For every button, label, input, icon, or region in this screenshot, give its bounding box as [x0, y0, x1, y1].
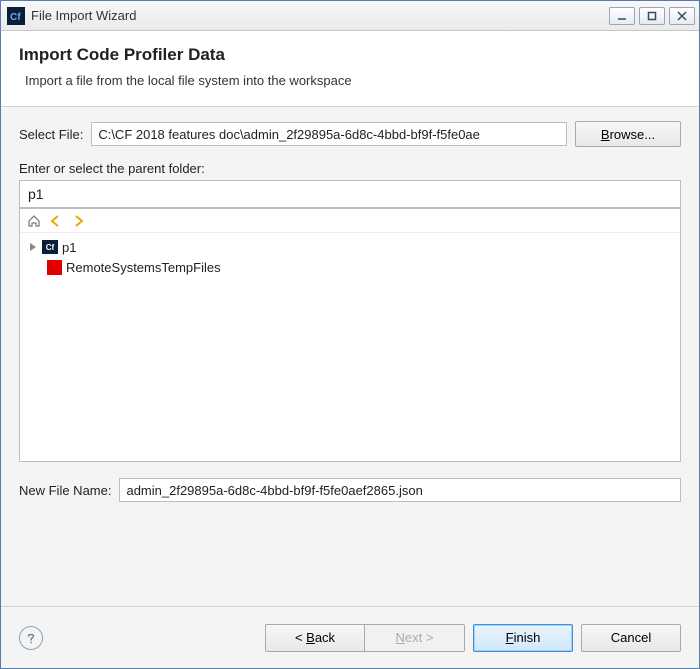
back-button[interactable]: < Back	[265, 624, 365, 652]
tree-body[interactable]: Cf p1 RemoteSystemsTempFiles	[20, 233, 680, 461]
tree-item-label: p1	[62, 240, 76, 255]
parent-folder-input[interactable]	[19, 180, 681, 208]
forward-arrow-icon[interactable]	[70, 213, 86, 229]
close-button[interactable]	[669, 7, 695, 25]
home-icon[interactable]	[26, 213, 42, 229]
wizard-footer: < Back Next > Finish Cancel	[1, 606, 699, 668]
red-folder-icon	[46, 259, 62, 275]
maximize-button[interactable]	[639, 7, 665, 25]
help-button[interactable]	[19, 626, 43, 650]
select-file-label: Select File:	[19, 127, 83, 142]
select-file-input[interactable]	[91, 122, 567, 146]
select-file-row: Select File: Browse...	[19, 121, 681, 147]
tree-toolbar	[20, 209, 680, 233]
next-button: Next >	[365, 624, 465, 652]
back-arrow-icon[interactable]	[48, 213, 64, 229]
wizard-content: Select File: Browse... Enter or select t…	[1, 107, 699, 606]
app-icon: Cf	[7, 7, 25, 25]
titlebar: Cf File Import Wizard	[1, 1, 699, 31]
wizard-header: Import Code Profiler Data Import a file …	[1, 31, 699, 107]
page-title: Import Code Profiler Data	[19, 45, 681, 65]
svg-text:Cf: Cf	[10, 12, 21, 23]
new-file-name-row: New File Name:	[19, 478, 681, 502]
tree-item-remote[interactable]: RemoteSystemsTempFiles	[24, 257, 676, 277]
tree-item-p1[interactable]: Cf p1	[24, 237, 676, 257]
window-title: File Import Wizard	[31, 8, 609, 23]
page-description: Import a file from the local file system…	[19, 73, 681, 88]
finish-button[interactable]: Finish	[473, 624, 573, 652]
cancel-button[interactable]: Cancel	[581, 624, 681, 652]
folder-tree: Cf p1 RemoteSystemsTempFiles	[19, 208, 681, 462]
cf-project-icon: Cf	[42, 239, 58, 255]
browse-button[interactable]: Browse...	[575, 121, 681, 147]
tree-item-label: RemoteSystemsTempFiles	[66, 260, 221, 275]
parent-folder-label: Enter or select the parent folder:	[19, 161, 681, 176]
browse-button-text: rowse...	[610, 127, 656, 142]
new-file-name-input[interactable]	[119, 478, 681, 502]
minimize-button[interactable]	[609, 7, 635, 25]
window-controls	[609, 7, 695, 25]
nav-buttons: < Back Next >	[265, 624, 465, 652]
new-file-name-label: New File Name:	[19, 483, 111, 498]
expand-icon[interactable]	[28, 242, 38, 252]
